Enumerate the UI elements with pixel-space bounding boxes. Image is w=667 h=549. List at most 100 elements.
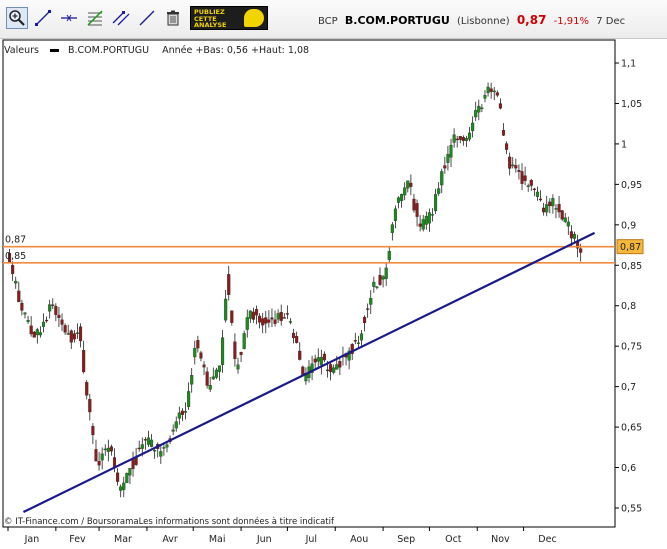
y-tick-label: 0,55	[621, 504, 642, 515]
candle-up	[171, 429, 175, 432]
y-tick-label: 0,95	[621, 180, 642, 191]
y-tick-label: 0,7	[621, 382, 636, 393]
candle-down	[514, 165, 518, 169]
candle-down	[82, 350, 86, 373]
candle-up	[430, 214, 435, 216]
candle-down	[251, 311, 255, 320]
candle-down	[279, 312, 283, 321]
candle-down	[443, 165, 447, 169]
candle-up	[26, 320, 30, 322]
candle-up	[486, 86, 490, 94]
candle-up	[221, 337, 225, 365]
candle-down	[254, 309, 259, 316]
candle-up	[424, 216, 428, 225]
candle-down	[72, 333, 76, 340]
candle-up	[551, 198, 555, 207]
legend-swatch	[49, 49, 59, 52]
last-price-label: 0,87	[620, 242, 641, 253]
candle-up	[242, 333, 246, 349]
candle-down	[199, 352, 203, 359]
candle-up	[41, 321, 46, 327]
candle-up	[369, 298, 373, 305]
candle-down	[366, 308, 370, 310]
candle-down	[409, 182, 413, 187]
candle-up	[174, 421, 178, 429]
candle-up	[183, 411, 188, 413]
candle-down	[498, 103, 502, 109]
candle-down	[325, 369, 330, 372]
candle-up	[434, 194, 438, 212]
candle-down	[261, 318, 265, 326]
candle-up	[400, 194, 404, 201]
y-tick-label: 0,8	[621, 301, 636, 312]
y-tick-label: 0,85	[621, 261, 642, 272]
candle-down	[418, 223, 422, 227]
candle-up	[480, 107, 484, 110]
candle-up	[483, 95, 487, 99]
candle-up	[359, 333, 364, 341]
x-tick-label: Mai	[209, 534, 226, 545]
candle-down	[338, 361, 342, 368]
y-tick-label: 1	[621, 139, 627, 150]
candle-down	[322, 353, 326, 361]
candle-up	[66, 333, 70, 335]
candle-down	[489, 88, 493, 92]
support-trendline	[22, 231, 596, 514]
candle-down	[233, 341, 237, 360]
candle-down	[230, 310, 234, 323]
candle-down	[32, 331, 36, 338]
candle-up	[477, 105, 481, 113]
candle-down	[523, 175, 527, 181]
candle-down	[264, 317, 268, 324]
candle-down	[292, 332, 296, 339]
candle-up	[208, 385, 212, 390]
candle-up	[153, 450, 157, 452]
candle-down	[239, 352, 243, 355]
legend-label: Valeurs	[4, 45, 39, 56]
candle-down	[412, 198, 416, 211]
candle-down	[88, 399, 92, 413]
candle-up	[449, 144, 453, 158]
candle-down	[20, 302, 24, 311]
candle-up	[492, 90, 496, 93]
candle-up	[563, 217, 567, 222]
candle-up	[316, 357, 320, 362]
candle-up	[103, 448, 107, 451]
candle-down	[202, 364, 206, 368]
candle-up	[566, 221, 570, 227]
candle-down	[495, 92, 499, 96]
candle-down	[17, 290, 21, 303]
candle-down	[11, 265, 15, 274]
candle-up	[38, 332, 42, 336]
candle-up	[236, 364, 240, 370]
candle-up	[119, 486, 123, 491]
candle-up	[125, 473, 129, 483]
candle-up	[319, 356, 323, 366]
candle-up	[159, 451, 163, 457]
candle-down	[78, 326, 83, 342]
candle-down	[538, 198, 543, 201]
candle-down	[458, 136, 462, 140]
candle-down	[378, 274, 382, 285]
candle-down	[196, 340, 200, 349]
candle-down	[60, 319, 64, 325]
candle-up	[446, 154, 450, 163]
candle-down	[363, 316, 367, 324]
x-tick-label: Aou	[350, 534, 368, 545]
candle-up	[193, 348, 197, 358]
candle-down	[205, 371, 209, 386]
y-tick-label: 1,1	[621, 59, 636, 70]
candle-down	[557, 204, 561, 213]
candle-down	[227, 274, 231, 295]
candle-up	[140, 444, 144, 449]
candle-up	[427, 212, 431, 224]
candle-down	[542, 207, 546, 213]
level-label: 0,85	[5, 251, 26, 262]
candle-up	[474, 110, 478, 118]
candle-up	[150, 439, 154, 447]
price-chart[interactable]: 0,55 0,6 0,65 0,7 0,75 0,8 0,85 0,9 0,95 1 1,05 1,1…	[0, 0, 667, 549]
candle-up	[511, 164, 515, 167]
candle-down	[273, 319, 277, 324]
x-tick-label: Fev	[69, 534, 86, 545]
candle-up	[375, 286, 379, 288]
